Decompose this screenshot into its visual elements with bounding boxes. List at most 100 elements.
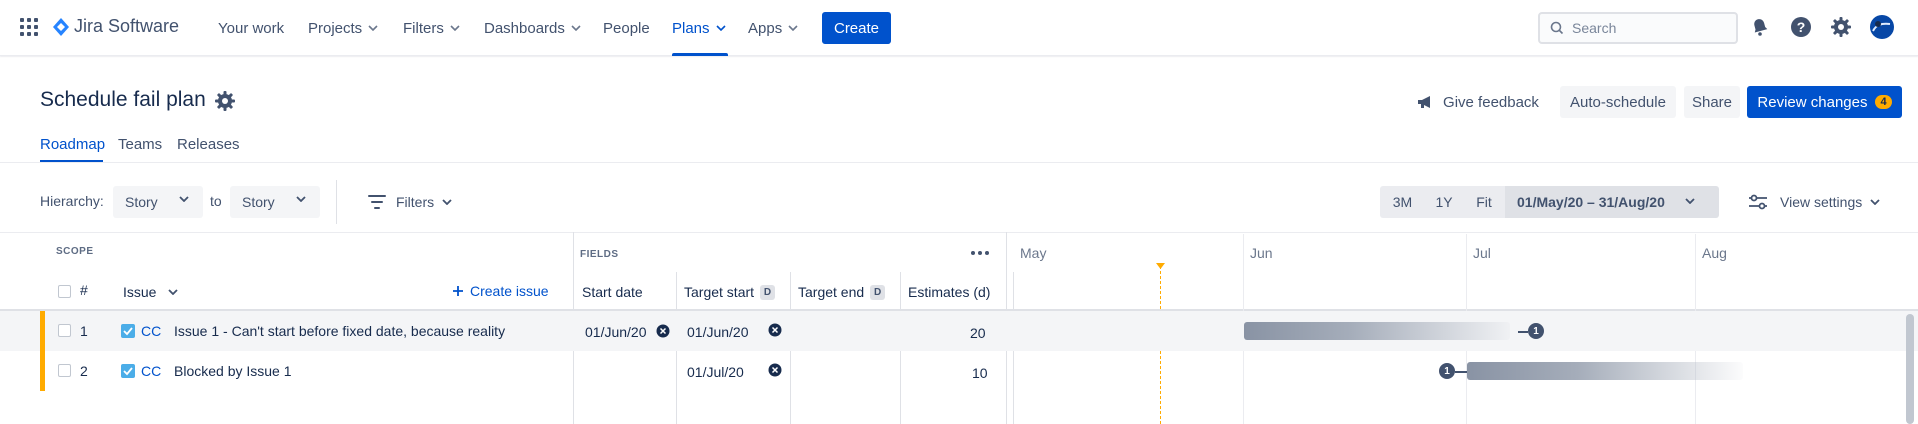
story-checkbox-icon (121, 364, 135, 378)
nav-people[interactable]: People (603, 0, 650, 56)
hierarchy-to-select[interactable]: Story (230, 186, 320, 218)
range-1y-button[interactable]: 1Y (1425, 186, 1463, 218)
help-icon[interactable]: ? (1790, 16, 1812, 38)
more-options-icon[interactable] (970, 246, 990, 260)
row-group-marker (40, 311, 45, 391)
issue-summary[interactable]: Blocked by Issue 1 (174, 363, 292, 379)
chevron-down-icon (168, 289, 179, 295)
settings-gear-icon[interactable] (1830, 16, 1852, 38)
chevron-down-icon (788, 25, 798, 31)
column-header-start-date: Start date (582, 284, 643, 300)
plan-settings-gear-icon[interactable] (214, 90, 236, 112)
dependency-count-badge[interactable]: 1 (1439, 363, 1455, 379)
nav-label: Dashboards (484, 19, 565, 37)
sliders-icon (1748, 194, 1768, 210)
issue-summary[interactable]: Issue 1 - Can't start before fixed date,… (174, 323, 505, 339)
target-start-value[interactable]: 01/Jun/20 (687, 324, 749, 340)
row-checkbox[interactable] (58, 324, 71, 337)
top-navigation: Jira Software Your work Projects Filters… (0, 0, 1918, 56)
schedule-bar[interactable] (1467, 362, 1743, 380)
to-label: to (210, 193, 222, 209)
create-issue-button[interactable]: Create issue (452, 283, 549, 299)
hierarchy-label: Hierarchy: (40, 193, 104, 209)
create-issue-label: Create issue (470, 283, 549, 299)
notifications-bell-icon[interactable] (1750, 17, 1770, 37)
month-may: May (1020, 245, 1047, 261)
target-start-value[interactable]: 01/Jul/20 (687, 364, 744, 380)
view-settings-button[interactable]: View settings (1748, 186, 1880, 218)
give-feedback-label: Give feedback (1443, 93, 1539, 111)
month-jul: Jul (1473, 245, 1491, 261)
issue-column-sort[interactable]: Issue (123, 284, 179, 300)
column-header-issue: Issue (123, 284, 157, 300)
megaphone-icon (1417, 95, 1435, 109)
view-settings-label: View settings (1780, 194, 1863, 210)
filter-icon (368, 195, 386, 209)
column-header-target-start: Target start D (684, 284, 776, 300)
target-end-label: Target end (798, 284, 865, 300)
tabs-divider (0, 162, 1918, 163)
app-switcher-icon[interactable] (20, 18, 38, 36)
issue-key-link[interactable]: CC (141, 323, 161, 339)
row-checkbox[interactable] (58, 364, 71, 377)
d-badge: D (760, 284, 776, 300)
dependency-line (1518, 331, 1528, 333)
start-date-value[interactable]: 01/Jun/20 (585, 324, 647, 340)
plus-icon (452, 285, 464, 297)
nav-filters[interactable]: Filters (403, 0, 460, 56)
nav-label: People (603, 19, 650, 37)
nav-dashboards[interactable]: Dashboards (484, 0, 581, 56)
give-feedback-button[interactable]: Give feedback (1416, 86, 1540, 118)
range-fit-button[interactable]: Fit (1463, 186, 1505, 218)
nav-label: Apps (748, 19, 783, 37)
hierarchy-from-value: Story (125, 194, 158, 210)
fields-heading: FIELDS (580, 249, 619, 260)
date-range-select[interactable]: 01/May/20 – 31/Aug/20 (1505, 186, 1719, 218)
clear-date-icon[interactable] (768, 323, 782, 337)
nav-plans[interactable]: Plans (672, 0, 728, 56)
page-title: Schedule fail plan (40, 88, 206, 111)
hierarchy-from-select[interactable]: Story (113, 186, 203, 218)
toolbar-divider (336, 180, 337, 224)
nav-projects[interactable]: Projects (308, 0, 378, 56)
chevron-down-icon (715, 25, 726, 31)
range-3m-button[interactable]: 3M (1380, 186, 1425, 218)
tab-releases[interactable]: Releases (177, 136, 240, 153)
review-changes-label: Review changes (1757, 93, 1868, 111)
user-avatar[interactable] (1870, 15, 1894, 39)
schedule-bar[interactable] (1244, 322, 1510, 340)
nav-label: Plans (672, 19, 710, 37)
share-button[interactable]: Share (1684, 86, 1740, 118)
filters-label: Filters (396, 194, 435, 210)
issue-key-link[interactable]: CC (141, 363, 161, 379)
tab-teams[interactable]: Teams (118, 136, 162, 153)
dependency-count-badge[interactable]: 1 (1528, 323, 1544, 339)
column-header-target-end: Target end D (798, 284, 886, 300)
filters-button[interactable]: Filters (368, 186, 452, 218)
jira-logo[interactable]: Jira Software (52, 16, 179, 37)
nav-label: Projects (308, 19, 363, 37)
auto-schedule-button[interactable]: Auto-schedule (1560, 86, 1676, 118)
grid-top-border (0, 232, 1918, 233)
chevron-down-icon (1685, 198, 1695, 204)
clear-date-icon[interactable] (768, 363, 782, 377)
estimate-value[interactable]: 10 (972, 365, 988, 381)
scope-heading: SCOPE (56, 246, 94, 257)
month-aug: Aug (1702, 245, 1727, 261)
create-button[interactable]: Create (822, 12, 891, 44)
chevron-down-icon (571, 25, 581, 31)
estimate-value[interactable]: 20 (970, 325, 986, 341)
chevron-down-icon (1870, 199, 1880, 205)
nav-apps[interactable]: Apps (748, 0, 798, 56)
tab-roadmap[interactable]: Roadmap (40, 136, 105, 153)
chevron-down-icon (368, 25, 378, 31)
search-input[interactable]: Search (1538, 12, 1738, 44)
active-indicator (672, 53, 728, 56)
month-jun: Jun (1250, 245, 1273, 261)
vertical-scrollbar[interactable] (1906, 314, 1914, 424)
clear-date-icon[interactable] (656, 324, 670, 338)
select-all-checkbox[interactable] (58, 285, 71, 298)
review-changes-button[interactable]: Review changes 4 (1747, 86, 1902, 118)
nav-your-work[interactable]: Your work (218, 0, 284, 56)
search-icon (1550, 21, 1564, 35)
